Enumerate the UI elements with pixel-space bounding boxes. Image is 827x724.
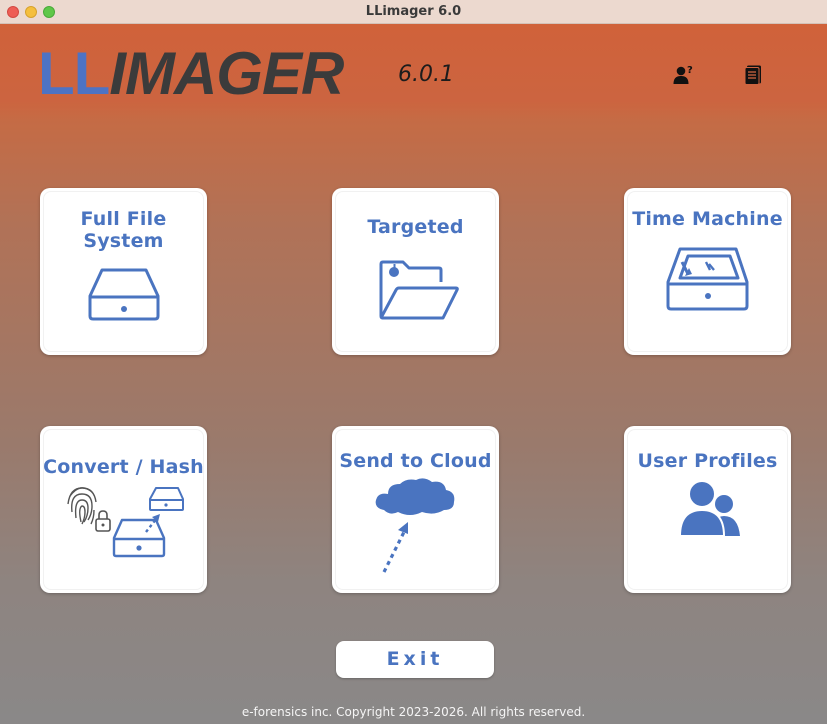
app-content: LLIMAGER 6.0.1 ? Full File System Target… xyxy=(0,24,827,724)
window-title: LLimager 6.0 xyxy=(365,4,462,19)
exit-button[interactable]: Exit xyxy=(336,641,494,678)
drive-icon xyxy=(88,268,160,321)
targeted-label: Targeted xyxy=(367,216,464,238)
version-label: 6.0.1 xyxy=(398,62,454,87)
convert-hash-icon xyxy=(67,487,184,558)
convert-hash-button[interactable]: Convert / Hash xyxy=(40,426,207,593)
logo-imager: IMAGER xyxy=(109,40,344,107)
manual-icon[interactable] xyxy=(743,64,765,86)
time-machine-button[interactable]: Time Machine xyxy=(624,188,791,355)
convert-hash-label: Convert / Hash xyxy=(43,456,204,478)
app-logo: LLIMAGER xyxy=(38,40,344,107)
header: LLIMAGER 6.0.1 ? xyxy=(0,24,827,119)
time-machine-label: Time Machine xyxy=(632,208,783,230)
users-icon xyxy=(678,480,740,537)
folder-icon xyxy=(379,260,459,320)
full-file-system-label: Full File System xyxy=(80,208,167,252)
cloud-upload-icon xyxy=(375,478,455,573)
copyright-footer: e-forensics inc. Copyright 2023-2026. Al… xyxy=(241,705,586,719)
logo-ll: LL xyxy=(38,40,110,107)
window-titlebar: LLimager 6.0 xyxy=(0,0,827,24)
send-to-cloud-button[interactable]: Send to Cloud xyxy=(332,426,499,593)
full-file-system-button[interactable]: Full File System xyxy=(40,188,207,355)
targeted-button[interactable]: Targeted xyxy=(332,188,499,355)
svg-text:?: ? xyxy=(687,65,693,76)
user-profiles-label: User Profiles xyxy=(637,450,778,472)
time-machine-icon xyxy=(666,247,749,311)
user-help-icon[interactable]: ? xyxy=(673,64,695,86)
send-to-cloud-label: Send to Cloud xyxy=(339,450,492,472)
user-profiles-button[interactable]: User Profiles xyxy=(624,426,791,593)
